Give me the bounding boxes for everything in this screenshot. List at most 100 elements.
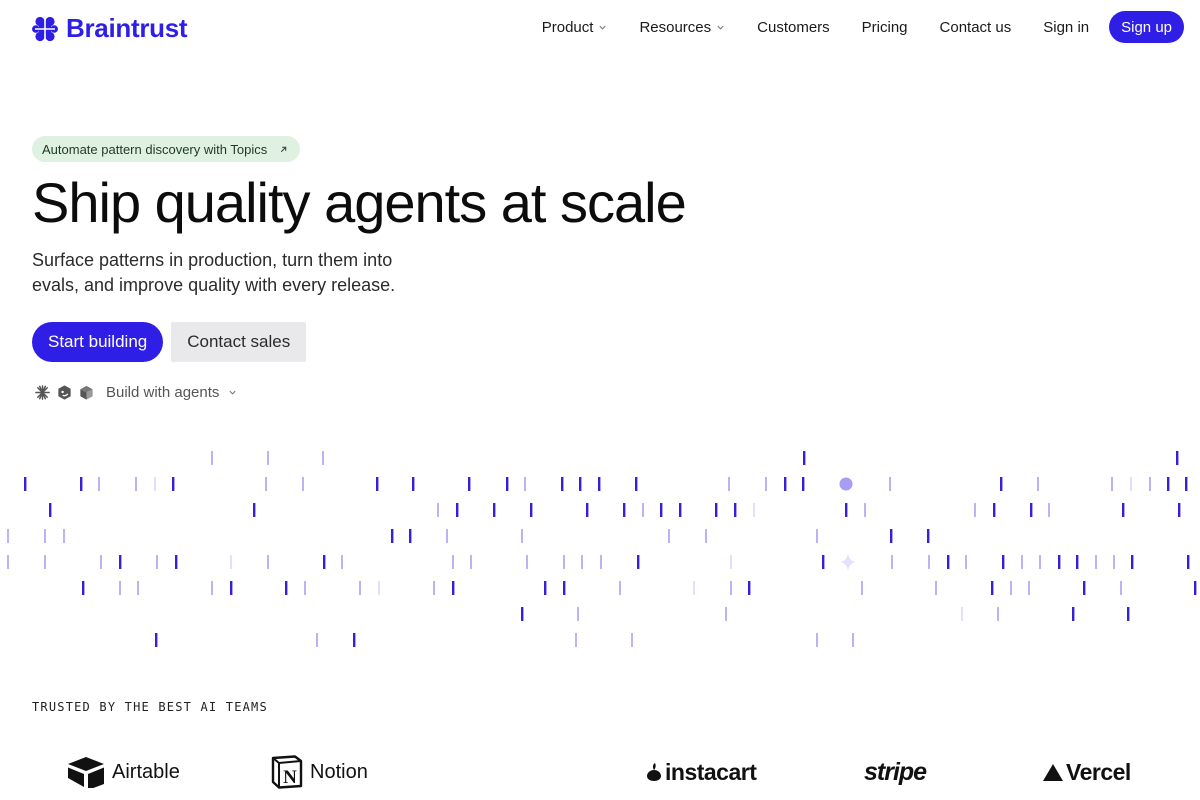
activity-bar [1002, 555, 1005, 569]
activity-bar [725, 607, 727, 621]
activity-bar [409, 529, 412, 543]
vercel-icon [1043, 764, 1063, 781]
activity-bar [1095, 555, 1097, 569]
vercel-wordmark: Vercel [1066, 758, 1131, 785]
highlight-dot [839, 477, 853, 491]
sign-in-link[interactable]: Sign in [1027, 11, 1105, 43]
activity-bar [1000, 477, 1003, 491]
braintrust-logo-icon [32, 16, 58, 41]
nav-product[interactable]: Product [526, 11, 624, 43]
activity-bar [586, 503, 589, 517]
activity-bar [802, 477, 805, 491]
activity-bar [822, 555, 825, 569]
activity-bar [579, 477, 582, 491]
activity-bar [285, 581, 288, 595]
activity-bar [598, 477, 601, 491]
start-building-button[interactable]: Start building [32, 322, 164, 362]
vercel-logo: Vercel [1042, 752, 1131, 792]
nav-customers[interactable]: Customers [741, 11, 846, 43]
announcement-text: Automate pattern discovery with Topics [42, 141, 268, 157]
activity-bar [526, 555, 528, 569]
activity-bar [816, 529, 818, 543]
activity-bar [623, 503, 626, 517]
activity-bar [561, 477, 564, 491]
activity-bar [253, 503, 256, 517]
activity-bars-graphic [7, 451, 1197, 647]
nav-product-label: Product [541, 18, 594, 36]
nav-links: Product Resources Customers Pricing Cont… [526, 11, 1184, 43]
svg-text:N: N [283, 767, 297, 788]
activity-bar [137, 581, 139, 595]
activity-bar [506, 477, 509, 491]
activity-bar [1149, 477, 1151, 491]
activity-bar [302, 477, 304, 491]
announcement-pill[interactable]: Automate pattern discovery with Topics [32, 136, 301, 162]
arrow-up-right-icon [281, 146, 287, 152]
activity-bar [7, 529, 9, 543]
activity-bar [668, 529, 670, 543]
activity-bar [49, 503, 52, 517]
nav-pricing[interactable]: Pricing [846, 11, 924, 43]
chevron-down-icon [599, 25, 607, 30]
activity-bar [1111, 477, 1113, 491]
build-with-agents-dropdown[interactable]: Build with agents [34, 384, 237, 401]
activity-bar [1039, 555, 1041, 569]
activity-bar [693, 581, 695, 595]
activity-bar [1083, 581, 1086, 595]
cube-icon [80, 385, 93, 400]
activity-bar [1037, 477, 1039, 491]
contact-sales-button[interactable]: Contact sales [171, 322, 307, 362]
activity-bar [446, 529, 448, 543]
chevron-down-icon [717, 25, 724, 30]
activity-bar [928, 555, 930, 569]
activity-bar [845, 503, 848, 517]
activity-bar [155, 633, 158, 647]
activity-bar [965, 555, 967, 569]
activity-bar [323, 555, 326, 569]
activity-bar [947, 555, 950, 569]
activity-bar [1058, 555, 1061, 569]
cursor-agent-icon [58, 385, 71, 400]
nav-contact-us[interactable]: Contact us [924, 11, 1028, 43]
top-navigation: Braintrust Product Resources Customers P… [0, 0, 1200, 56]
brand-name: Braintrust [66, 13, 188, 43]
chevron-down-icon [229, 390, 236, 395]
nav-resources-label: Resources [639, 18, 712, 36]
activity-bar [353, 633, 356, 647]
activity-bar [961, 607, 963, 621]
activity-bar [1113, 555, 1115, 569]
activity-bar [765, 477, 767, 491]
activity-bar [304, 581, 306, 595]
activity-bar [412, 477, 415, 491]
activity-bar [581, 555, 583, 569]
activity-bar [1167, 477, 1170, 491]
activity-bar [322, 451, 324, 465]
activity-bar [521, 607, 524, 621]
activity-bar [748, 581, 751, 595]
activity-bar [378, 581, 380, 595]
instacart-logo: instacart [646, 752, 757, 792]
activity-bar [1131, 555, 1134, 569]
sign-up-button[interactable]: Sign up [1109, 11, 1184, 43]
activity-bar [660, 503, 663, 517]
activity-bar [100, 555, 102, 569]
activity-bar [861, 581, 863, 595]
activity-bar [211, 581, 213, 595]
activity-bar [631, 633, 633, 647]
nav-resources[interactable]: Resources [623, 11, 741, 43]
brand-home-link[interactable]: Braintrust [32, 13, 188, 44]
activity-bar [544, 581, 547, 595]
hero-subtitle: Surface patterns in production, turn the… [32, 250, 396, 295]
activity-bar [452, 581, 455, 595]
activity-bar [997, 607, 999, 621]
activity-bar [1187, 555, 1190, 569]
activity-bar [619, 581, 621, 595]
activity-bar [563, 581, 566, 595]
claude-icon [35, 385, 50, 400]
activity-bar [24, 477, 27, 491]
activity-bar [267, 555, 269, 569]
activity-bar [1010, 581, 1012, 595]
activity-bar [784, 477, 787, 491]
activity-bar [493, 503, 496, 517]
agents-label: Build with agents [106, 384, 220, 401]
